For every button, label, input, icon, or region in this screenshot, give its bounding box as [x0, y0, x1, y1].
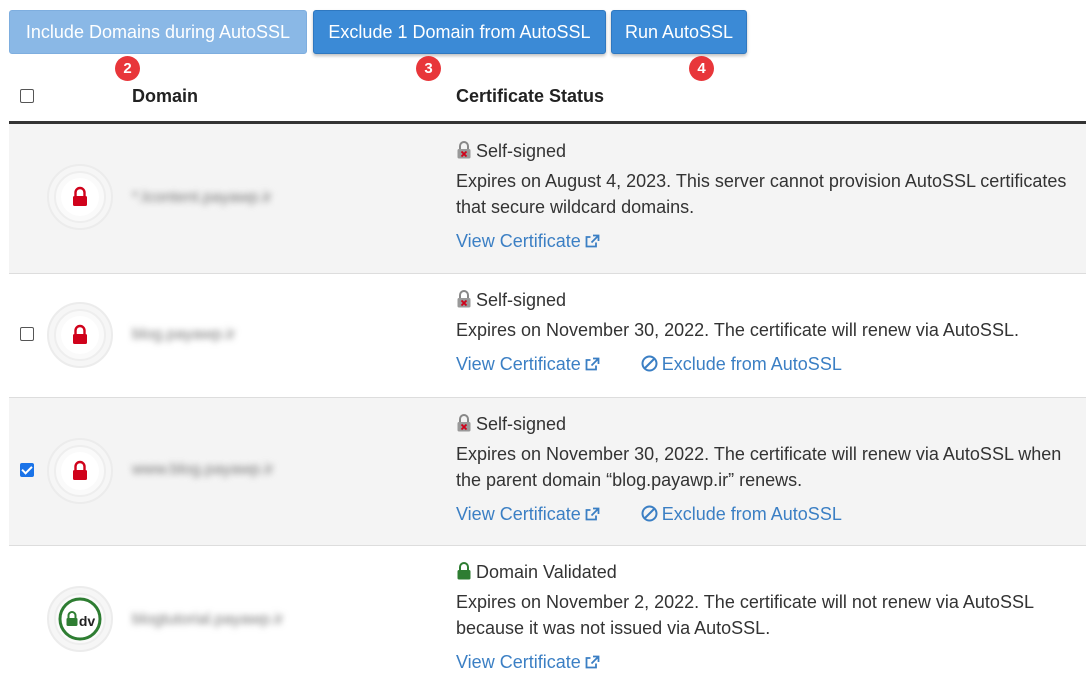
ban-icon: [641, 505, 658, 522]
annotation-badge-4: 4: [689, 56, 714, 81]
certificate-status-column-header[interactable]: Certificate Status: [456, 86, 604, 107]
status-message: Expires on August 4, 2023. This server c…: [456, 171, 1067, 217]
status-label: Self-signed: [476, 290, 567, 310]
domain-name: blogtutorial.payawp.ir: [132, 611, 284, 628]
external-link-icon: [585, 234, 600, 248]
status-label: Self-signed: [476, 141, 567, 161]
row-checkbox[interactable]: [20, 463, 34, 477]
ban-icon: [641, 355, 658, 372]
view-certificate-link[interactable]: View Certificate: [456, 501, 600, 527]
self-signed-lock-icon: [457, 290, 471, 308]
view-certificate-link[interactable]: View Certificate: [456, 228, 600, 254]
select-all-checkbox[interactable]: [20, 89, 34, 103]
include-domains-button[interactable]: Include Domains during AutoSSL: [9, 10, 307, 54]
status-message: Expires on November 30, 2022. The certif…: [456, 320, 1019, 340]
domain-name: *.lcontent.payawp.ir: [132, 189, 272, 206]
certificate-status: Self-signed Expires on November 30, 2022…: [456, 411, 1074, 527]
external-link-icon: [585, 655, 600, 669]
annotation-badge-3: 3: [416, 56, 441, 81]
ssl-seal-icon: [47, 164, 113, 230]
table-row: www.blog.payawp.ir Self-signed Expires o…: [9, 398, 1086, 546]
view-certificate-link[interactable]: View Certificate: [456, 649, 600, 675]
svg-text:dv: dv: [79, 613, 96, 629]
run-autossl-button[interactable]: Run AutoSSL: [611, 10, 747, 54]
exclude-from-autossl-link[interactable]: Exclude from AutoSSL: [641, 501, 842, 527]
dv-seal-icon: dv: [47, 586, 113, 652]
external-link-icon: [585, 507, 600, 521]
status-label: Self-signed: [476, 414, 567, 434]
status-message: Expires on November 2, 2022. The certifi…: [456, 592, 1034, 638]
annotation-badge-2: 2: [115, 56, 140, 81]
certificate-status: Self-signed Expires on November 30, 2022…: [456, 287, 1074, 377]
table-row: *.lcontent.payawp.ir Self-signed Expires…: [9, 124, 1086, 274]
ssl-seal-icon: [47, 302, 113, 368]
exclude-domain-button[interactable]: Exclude 1 Domain from AutoSSL: [313, 10, 606, 54]
certificate-status: Domain Validated Expires on November 2, …: [456, 559, 1074, 675]
view-certificate-link[interactable]: View Certificate: [456, 351, 600, 377]
self-signed-lock-icon: [457, 414, 471, 432]
self-signed-lock-icon: [457, 141, 471, 159]
domain-validated-lock-icon: [457, 562, 471, 580]
certificate-status: Self-signed Expires on August 4, 2023. T…: [456, 138, 1074, 254]
ssl-seal-icon: [47, 438, 113, 504]
domain-column-header[interactable]: Domain: [132, 86, 198, 107]
domain-name: blog.payawp.ir: [132, 326, 236, 343]
row-checkbox[interactable]: [20, 327, 34, 341]
table-row: blog.payawp.ir Self-signed Expires on No…: [9, 274, 1086, 398]
external-link-icon: [585, 357, 600, 371]
status-message: Expires on November 30, 2022. The certif…: [456, 444, 1062, 490]
table-row: dv blogtutorial.payawp.ir Domain Validat…: [9, 546, 1086, 692]
domain-name: www.blog.payawp.ir: [132, 461, 274, 478]
status-label: Domain Validated: [476, 562, 617, 582]
exclude-from-autossl-link[interactable]: Exclude from AutoSSL: [641, 351, 842, 377]
